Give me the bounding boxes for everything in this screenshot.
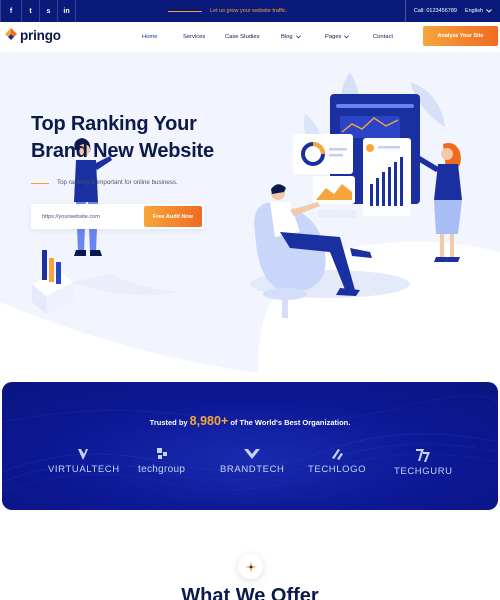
phone-number[interactable]: Call: 0123456789 [404,0,457,22]
hero-subtitle: Top ranking is important for online busi… [57,179,178,186]
chevron-down-icon [486,9,492,13]
chevron-down-icon [344,35,350,39]
top-bar-right: Call: 0123456789 English [404,0,492,22]
promo: Let us grow your website traffic. [168,0,287,22]
brand-logo-techgroup[interactable]: techgroup [138,446,185,475]
brand-name: TECHGURU [394,466,453,477]
logo-mark-icon [5,28,17,40]
brand-logo-virtualtech[interactable]: VIRTUALTECH [48,446,120,475]
brand-name: pringo [20,27,61,43]
nav-label: Services [183,34,206,40]
nav-label: Blog [281,34,293,40]
brandtech-icon [244,449,261,459]
hero-title-line: Brand New Website [31,140,214,162]
trusted-count: 8,980+ [189,414,229,428]
brand-name: TECHLOGO [308,464,367,475]
twitter-icon[interactable]: t [22,0,40,22]
skype-icon[interactable]: s [40,0,58,22]
offer-badge-icon [238,554,263,579]
language-selector[interactable]: English [465,8,492,14]
virtualtech-icon [77,449,88,460]
hero-section: Top Ranking Your Brand New Website Top r… [0,52,500,382]
linkedin-icon[interactable]: in [58,0,76,22]
nav-label: Case Studies [225,34,260,40]
nav-case-studies[interactable]: Case Studies [225,34,281,40]
free-audit-button[interactable]: Free Audit Now [144,206,202,227]
subtitle-divider [31,183,49,184]
brand-logo-brandtech[interactable]: BRANDTECH [220,446,285,475]
nav-home[interactable]: Home [142,34,182,40]
main-nav: Home Services Case Studies Blog Pages Co… [142,22,413,52]
brand-name: techgroup [138,464,186,475]
sparkle-icon [244,560,257,573]
brand-logo-techguru[interactable]: TECHGURU [394,446,453,477]
social-links: f t s in [0,0,76,22]
techguru-icon [416,449,431,462]
promo-text: Let us grow your website traffic. [210,8,288,14]
promo-divider [168,10,202,12]
techgroup-icon [156,448,167,459]
nav-services[interactable]: Services [183,34,224,40]
audit-form: https://yourwebsite.com Free Audit Now [31,204,204,229]
hero-title: Top Ranking Your Brand New Website [31,111,214,165]
nav-contact[interactable]: Contact [373,34,413,40]
analyze-site-button[interactable]: Analyze Your Site [423,26,498,46]
brand-name: BRANDTECH [220,464,285,475]
nav-blog[interactable]: Blog [281,34,325,40]
top-bar: f t s in Let us grow your website traffi… [0,0,500,22]
trusted-by-section: Trusted by 8,980+ of The World's Best Or… [2,382,498,510]
trusted-suffix: of The World's Best Organization. [228,418,351,427]
facebook-icon[interactable]: f [0,0,22,22]
techlogo-icon [332,449,344,460]
trusted-prefix: Trusted by [149,418,190,427]
nav-pages[interactable]: Pages [325,34,373,40]
website-url-input[interactable]: https://yourwebsite.com [42,204,100,229]
hero-title-line: Top Ranking Your [31,113,197,135]
logo[interactable]: pringo [4,27,61,43]
nav-label: Pages [325,34,342,40]
trusted-headline: Trusted by 8,980+ of The World's Best Or… [2,414,498,428]
brand-name: VIRTUALTECH [48,464,120,475]
section-title: What We Offer [181,585,319,600]
language-label: English [464,8,483,14]
brand-logo-techlogo[interactable]: TECHLOGO [308,446,366,475]
nav-label: Home [142,34,158,40]
chevron-down-icon [295,35,301,39]
nav-label: Contact [373,34,393,40]
